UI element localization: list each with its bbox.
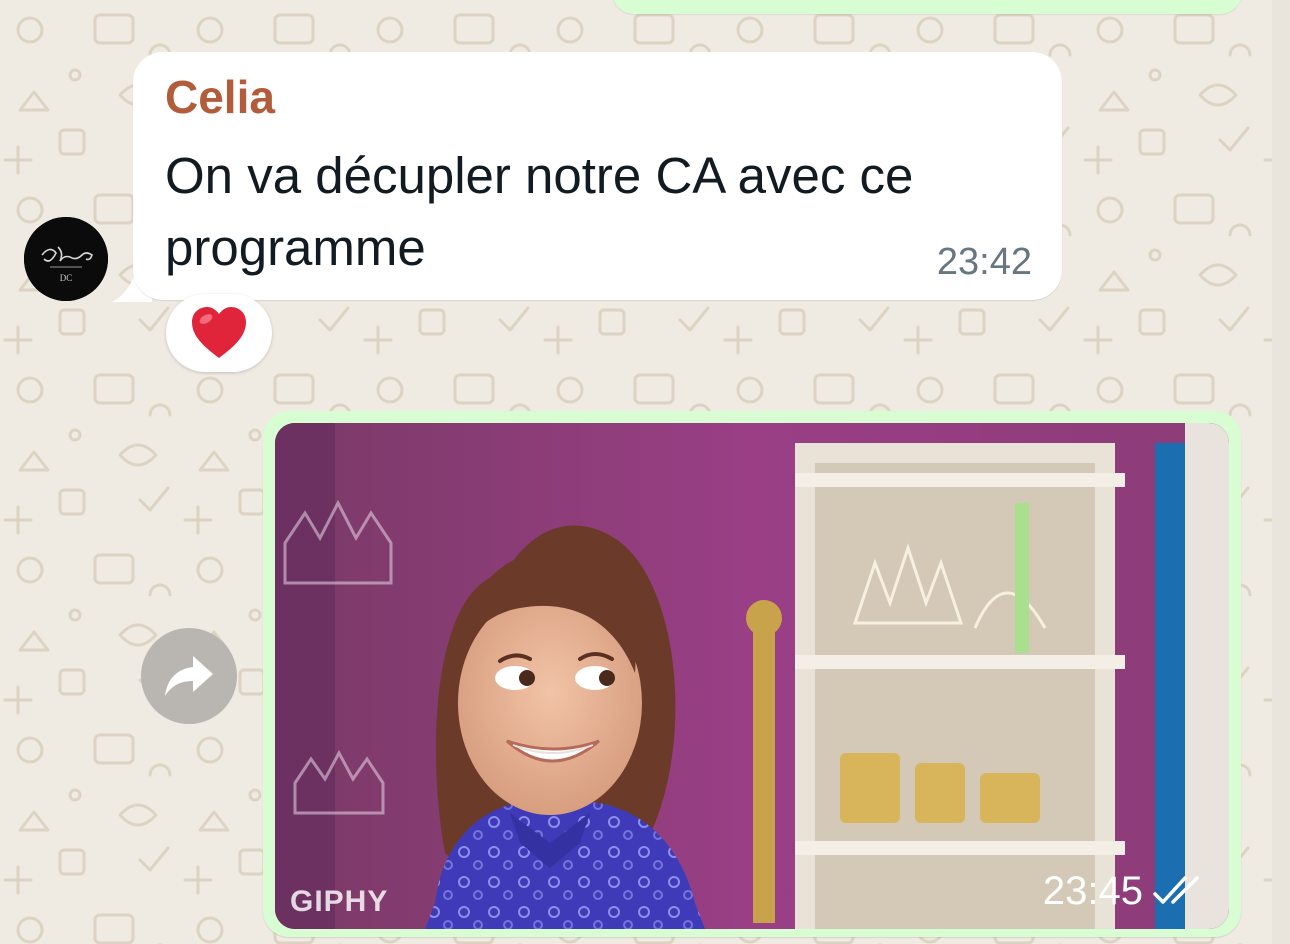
contact-avatar-logo: DC	[24, 217, 108, 301]
outgoing-gif-message[interactable]: GIPHY 23:45	[263, 411, 1241, 937]
contact-avatar[interactable]: DC	[24, 217, 108, 301]
giphy-watermark: GIPHY	[290, 885, 389, 918]
message-text: On va décupler notre CA avec ce programm…	[165, 147, 914, 276]
read-status	[1153, 874, 1209, 908]
scrollbar-track[interactable]	[1272, 0, 1290, 944]
message-timestamp: 23:42	[936, 241, 1032, 283]
gif-timestamp: 23:45	[1042, 869, 1143, 913]
gif-meta: 23:45	[1043, 869, 1209, 913]
gif-scene	[275, 423, 1229, 929]
forward-button[interactable]	[141, 628, 237, 724]
message-reaction[interactable]	[166, 294, 272, 372]
forward-arrow-icon	[165, 656, 213, 696]
gif-image[interactable]: GIPHY 23:45	[275, 423, 1229, 929]
incoming-message-bubble[interactable]: Celia On va décupler notre CA avec ce pr…	[133, 52, 1062, 300]
sender-name[interactable]: Celia	[165, 72, 275, 122]
svg-text:DC: DC	[60, 273, 73, 283]
heart-reaction-icon	[192, 307, 246, 358]
double-check-icon	[1153, 876, 1199, 904]
previous-outgoing-bubble	[612, 0, 1242, 14]
